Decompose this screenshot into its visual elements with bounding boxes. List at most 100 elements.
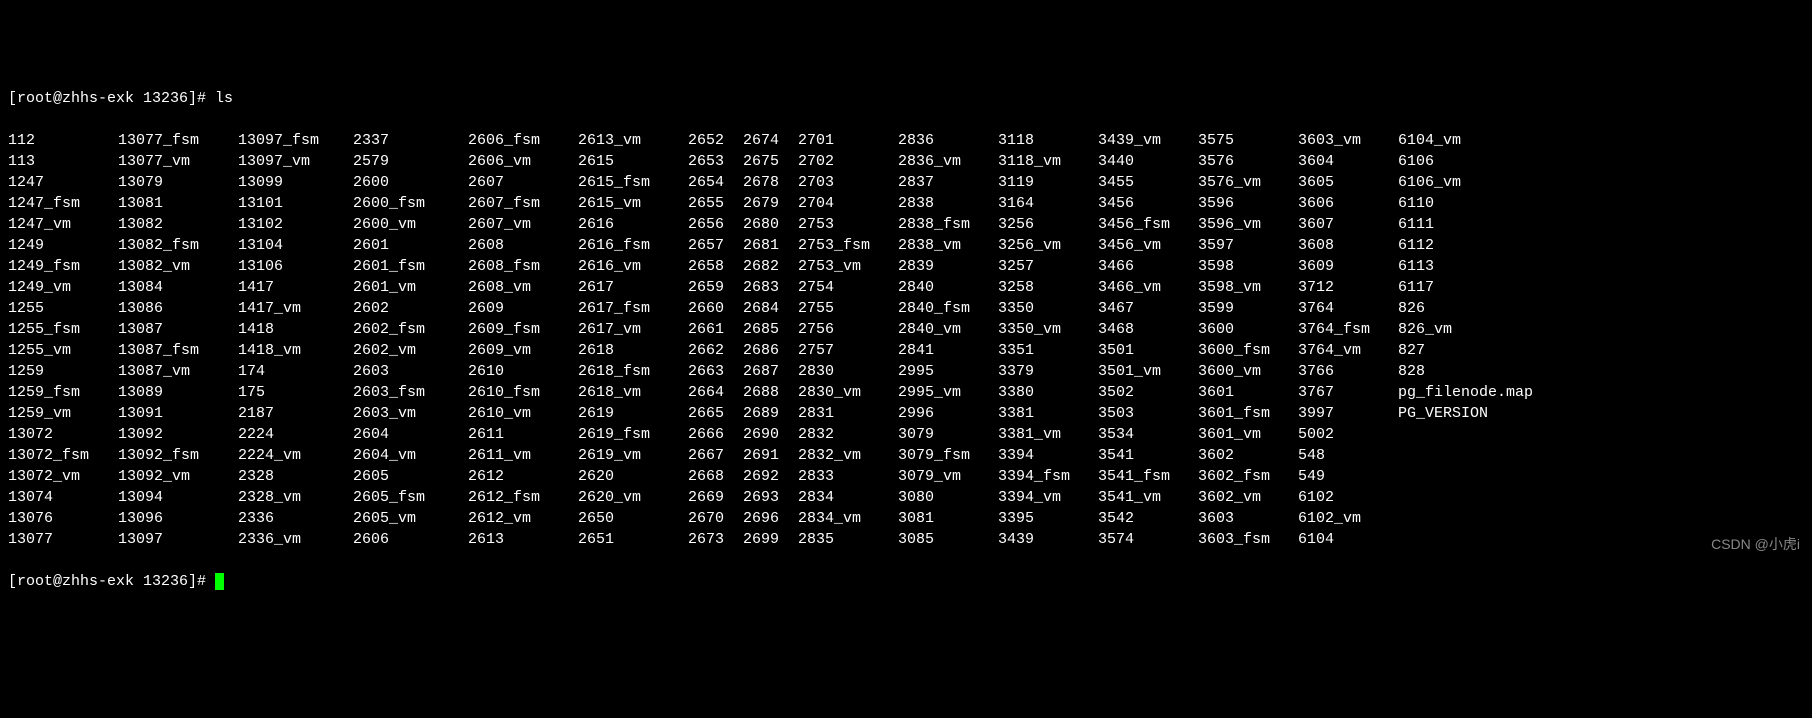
file-entry: 2701 (798, 130, 898, 151)
file-entry: 2684 (743, 298, 798, 319)
file-entry: 2606_fsm (468, 130, 578, 151)
ls-column: 357535763576_vm35963596_vm359735983598_v… (1198, 130, 1298, 550)
ls-column: 2613_vm26152615_fsm2615_vm26162616_fsm26… (578, 130, 688, 550)
file-entry: 2604 (353, 424, 468, 445)
file-entry: 2692 (743, 466, 798, 487)
file-entry: 3394_vm (998, 487, 1098, 508)
file-entry: 5002 (1298, 424, 1398, 445)
file-entry: 2608 (468, 235, 578, 256)
file-entry: 2655 (688, 193, 743, 214)
file-entry: 3439_vm (1098, 130, 1198, 151)
file-entry: 2606_vm (468, 151, 578, 172)
file-entry: 2840_fsm (898, 298, 998, 319)
file-entry: 13087_vm (118, 361, 238, 382)
cursor[interactable] (215, 573, 224, 590)
file-entry: 2837 (898, 172, 998, 193)
file-entry: 13087_fsm (118, 340, 238, 361)
file-entry: 2650 (578, 508, 688, 529)
file-entry: 2612_vm (468, 508, 578, 529)
file-entry: 1417 (238, 277, 353, 298)
prompt-line-1: [root@zhhs-exk 13236]# ls (8, 88, 1804, 109)
file-entry: 3767 (1298, 382, 1398, 403)
file-entry: 2830_vm (798, 382, 898, 403)
file-entry: 2831 (798, 403, 898, 424)
file-entry: 2696 (743, 508, 798, 529)
file-entry: 2668 (688, 466, 743, 487)
file-entry: 2670 (688, 508, 743, 529)
file-entry: 1247_vm (8, 214, 118, 235)
file-entry: 2600_vm (353, 214, 468, 235)
file-entry: 3997 (1298, 403, 1398, 424)
file-entry: 3712 (1298, 277, 1398, 298)
file-entry: 2704 (798, 193, 898, 214)
file-entry: 2620 (578, 466, 688, 487)
file-entry: 3534 (1098, 424, 1198, 445)
file-entry: 3118 (998, 130, 1098, 151)
file-entry: 2839 (898, 256, 998, 277)
file-entry: 1255 (8, 298, 118, 319)
ls-column: 3439_vm3440345534563456_fsm3456_vm346634… (1098, 130, 1198, 550)
file-entry: 6106 (1398, 151, 1558, 172)
file-entry: 2834 (798, 487, 898, 508)
file-entry: 3607 (1298, 214, 1398, 235)
file-entry: 2663 (688, 361, 743, 382)
file-entry: 2832_vm (798, 445, 898, 466)
file-entry: 2838_vm (898, 235, 998, 256)
ls-column: 3603_vm360436053606360736083609371237643… (1298, 130, 1398, 550)
file-entry: 3256 (998, 214, 1098, 235)
file-entry: 2617 (578, 277, 688, 298)
file-entry: 1417_vm (238, 298, 353, 319)
file-entry: 13092 (118, 424, 238, 445)
file-entry: 3602 (1198, 445, 1298, 466)
file-entry: 2607_fsm (468, 193, 578, 214)
file-entry: 112 (8, 130, 118, 151)
file-entry: 2657 (688, 235, 743, 256)
file-entry: 549 (1298, 466, 1398, 487)
file-entry: 3380 (998, 382, 1098, 403)
file-entry: 13092_fsm (118, 445, 238, 466)
ls-column: 270127022703270427532753_fsm2753_vm27542… (798, 130, 898, 550)
file-entry: 13097_vm (238, 151, 353, 172)
file-entry: 3596_vm (1198, 214, 1298, 235)
file-entry: 2753_vm (798, 256, 898, 277)
file-entry: 827 (1398, 340, 1558, 361)
file-entry: 3350 (998, 298, 1098, 319)
file-entry: 2616_fsm (578, 235, 688, 256)
file-entry: 2603_fsm (353, 382, 468, 403)
file-entry: 3764_vm (1298, 340, 1398, 361)
file-entry: 2602_vm (353, 340, 468, 361)
file-entry: 13101 (238, 193, 353, 214)
file-entry: 13072_fsm (8, 445, 118, 466)
file-entry: 3541 (1098, 445, 1198, 466)
file-entry: 3119 (998, 172, 1098, 193)
file-entry: 13094 (118, 487, 238, 508)
file-entry: 3455 (1098, 172, 1198, 193)
file-entry: 2328_vm (238, 487, 353, 508)
file-entry: 3501 (1098, 340, 1198, 361)
file-entry: 3468 (1098, 319, 1198, 340)
file-entry: 1259_vm (8, 403, 118, 424)
prompt-text: [root@zhhs-exk 13236]# (8, 573, 215, 590)
file-entry: 3599 (1198, 298, 1298, 319)
file-entry: 1418_vm (238, 340, 353, 361)
file-entry: 1249 (8, 235, 118, 256)
file-entry: PG_VERSION (1398, 403, 1558, 424)
file-entry: 2682 (743, 256, 798, 277)
file-entry: 2224_vm (238, 445, 353, 466)
file-entry: 3351 (998, 340, 1098, 361)
file-entry: 13072_vm (8, 466, 118, 487)
file-entry: 2618 (578, 340, 688, 361)
file-entry: 113 (8, 151, 118, 172)
file-entry: 2619_fsm (578, 424, 688, 445)
file-entry: 2653 (688, 151, 743, 172)
file-entry: 13077_vm (118, 151, 238, 172)
file-entry: 2666 (688, 424, 743, 445)
file-entry: 3606 (1298, 193, 1398, 214)
file-entry: 2841 (898, 340, 998, 361)
file-entry: 3576_vm (1198, 172, 1298, 193)
file-entry: 2678 (743, 172, 798, 193)
file-entry: 2609_vm (468, 340, 578, 361)
file-entry: 2689 (743, 403, 798, 424)
file-entry: 2830 (798, 361, 898, 382)
file-entry: 2605_fsm (353, 487, 468, 508)
